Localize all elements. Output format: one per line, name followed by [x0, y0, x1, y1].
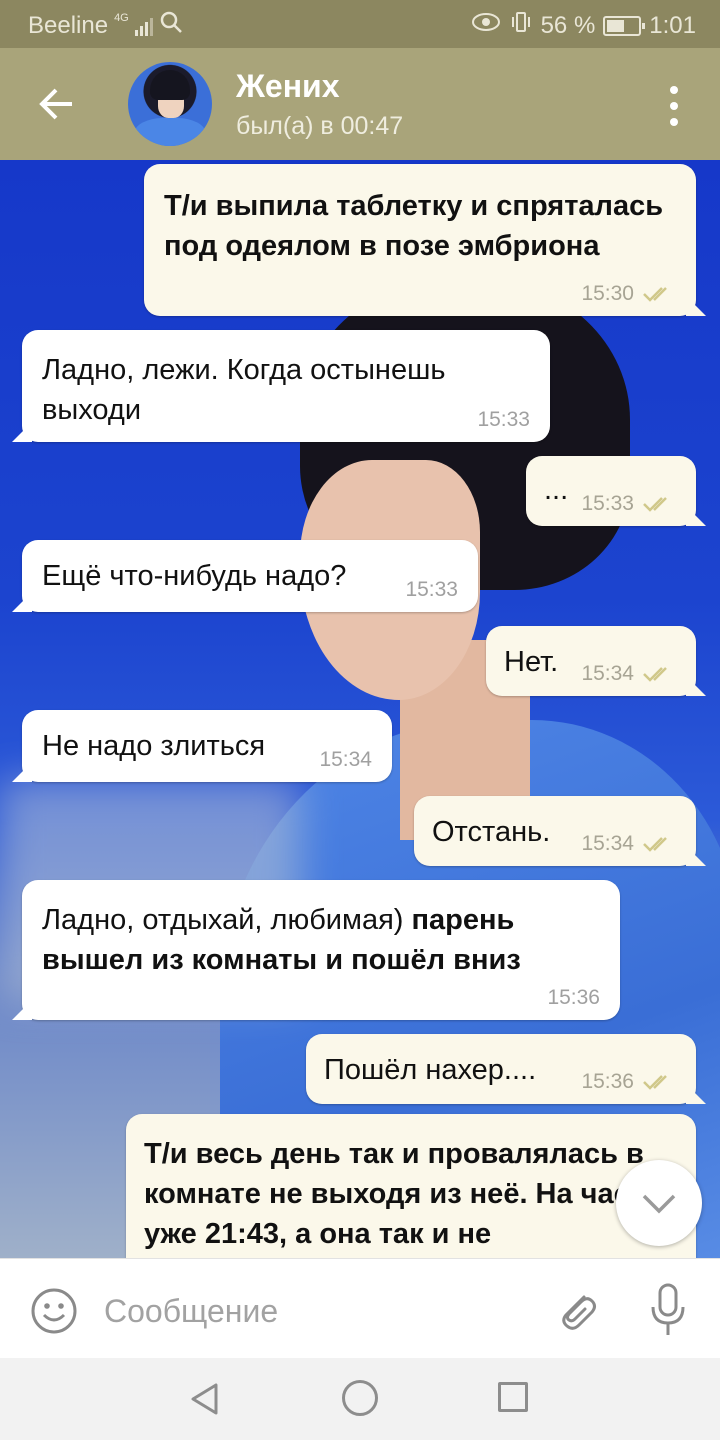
message-text: Нет. [504, 646, 559, 678]
double-check-icon [642, 835, 676, 853]
message-time: 15:36 [581, 1070, 634, 1093]
double-check-icon [642, 285, 676, 303]
avatar-hair [150, 70, 190, 100]
last-seen-status: был(а) в 00:47 [236, 112, 404, 140]
battery-percent: 56 % [540, 11, 596, 39]
message-text: Пошёл нахер.... [324, 1054, 537, 1086]
vibrate-icon [509, 10, 533, 41]
incoming-message[interactable]: Ладно, лежи. Когда остынешь выходи 15:33 [22, 330, 550, 442]
message-text: Т/и выпила таблетку и спряталась под оде… [164, 190, 664, 262]
search-icon [159, 10, 183, 41]
message-time: 15:33 [581, 492, 634, 515]
outgoing-message[interactable]: Нет. 15:34 [486, 626, 696, 696]
message-time: 15:33 [477, 408, 530, 431]
message-time: 15:33 [405, 578, 458, 601]
message-time: 15:36 [547, 986, 600, 1009]
smiley-icon[interactable] [30, 1287, 78, 1335]
incoming-message[interactable]: Ладно, отдыхай, любимая) парень вышел из… [22, 880, 620, 1020]
message-text-plain: Ладно, отдыхай, любимая) [42, 904, 404, 936]
message-time: 15:30 [581, 282, 634, 305]
paperclip-icon[interactable] [552, 1285, 600, 1333]
eye-icon [471, 11, 501, 40]
message-meta: 15:34 [581, 832, 676, 856]
nav-home-icon[interactable] [342, 1380, 378, 1416]
message-time: 15:34 [581, 832, 634, 855]
incoming-message[interactable]: Ещё что-нибудь надо? 15:33 [22, 540, 478, 612]
nav-recents-icon[interactable] [498, 1382, 528, 1412]
outgoing-message[interactable]: Отстань. 15:34 [414, 796, 696, 866]
message-input[interactable] [104, 1287, 524, 1335]
scroll-down-button[interactable] [616, 1160, 702, 1246]
outgoing-message[interactable]: Пошёл нахер.... 15:36 [306, 1034, 696, 1104]
message-text: Ещё что-нибудь надо? [42, 560, 347, 592]
message-text: Отстань. [432, 816, 551, 848]
arrow-left-icon[interactable] [36, 82, 80, 126]
battery-icon [603, 15, 646, 36]
nav-back-icon[interactable] [188, 1382, 222, 1416]
carrier-label: Beeline [28, 11, 109, 39]
chevron-down-icon [642, 1194, 676, 1214]
status-bar: Beeline 4G 56 % 1:01 [0, 0, 720, 48]
outgoing-message[interactable]: ... 15:33 [526, 456, 696, 526]
double-check-icon [642, 665, 676, 683]
message-text: Не надо злиться [42, 730, 266, 762]
outgoing-message[interactable]: Т/и выпила таблетку и спряталась под оде… [144, 164, 696, 316]
chat-header: Жених был(а) в 00:47 [0, 48, 720, 160]
network-type-label: 4G [114, 11, 129, 24]
message-meta: 15:34 [581, 662, 676, 686]
double-check-icon [642, 1073, 676, 1091]
incoming-message[interactable]: Не надо злиться 15:34 [22, 710, 392, 782]
message-meta: 15:33 [581, 492, 676, 516]
message-text: Т/и весь день так и провалялась в комнат… [144, 1138, 663, 1250]
avatar-shirt [134, 118, 206, 146]
message-time: 15:34 [319, 748, 372, 771]
composer [0, 1258, 720, 1358]
chat-area[interactable]: Т/и выпила таблетку и спряталась под оде… [0, 160, 720, 1258]
contact-name[interactable]: Жених [236, 68, 340, 105]
double-check-icon [642, 495, 676, 513]
clock: 1:01 [649, 11, 696, 39]
message-time: 15:34 [581, 662, 634, 685]
message-text: Ладно, отдыхай, любимая) парень вышел из… [42, 900, 612, 980]
avatar[interactable] [128, 62, 212, 146]
message-meta: 15:30 [581, 282, 676, 306]
outgoing-message[interactable]: Т/и весь день так и провалялась в комнат… [126, 1114, 696, 1258]
message-meta: 15:36 [581, 1070, 676, 1094]
system-nav-bar [0, 1358, 720, 1440]
microphone-icon[interactable] [648, 1283, 688, 1337]
message-text: Ладно, лежи. Когда остынешь выходи [42, 354, 446, 426]
message-text: ... [544, 474, 569, 506]
signal-icon [134, 16, 153, 36]
more-vert-icon[interactable] [668, 86, 680, 126]
